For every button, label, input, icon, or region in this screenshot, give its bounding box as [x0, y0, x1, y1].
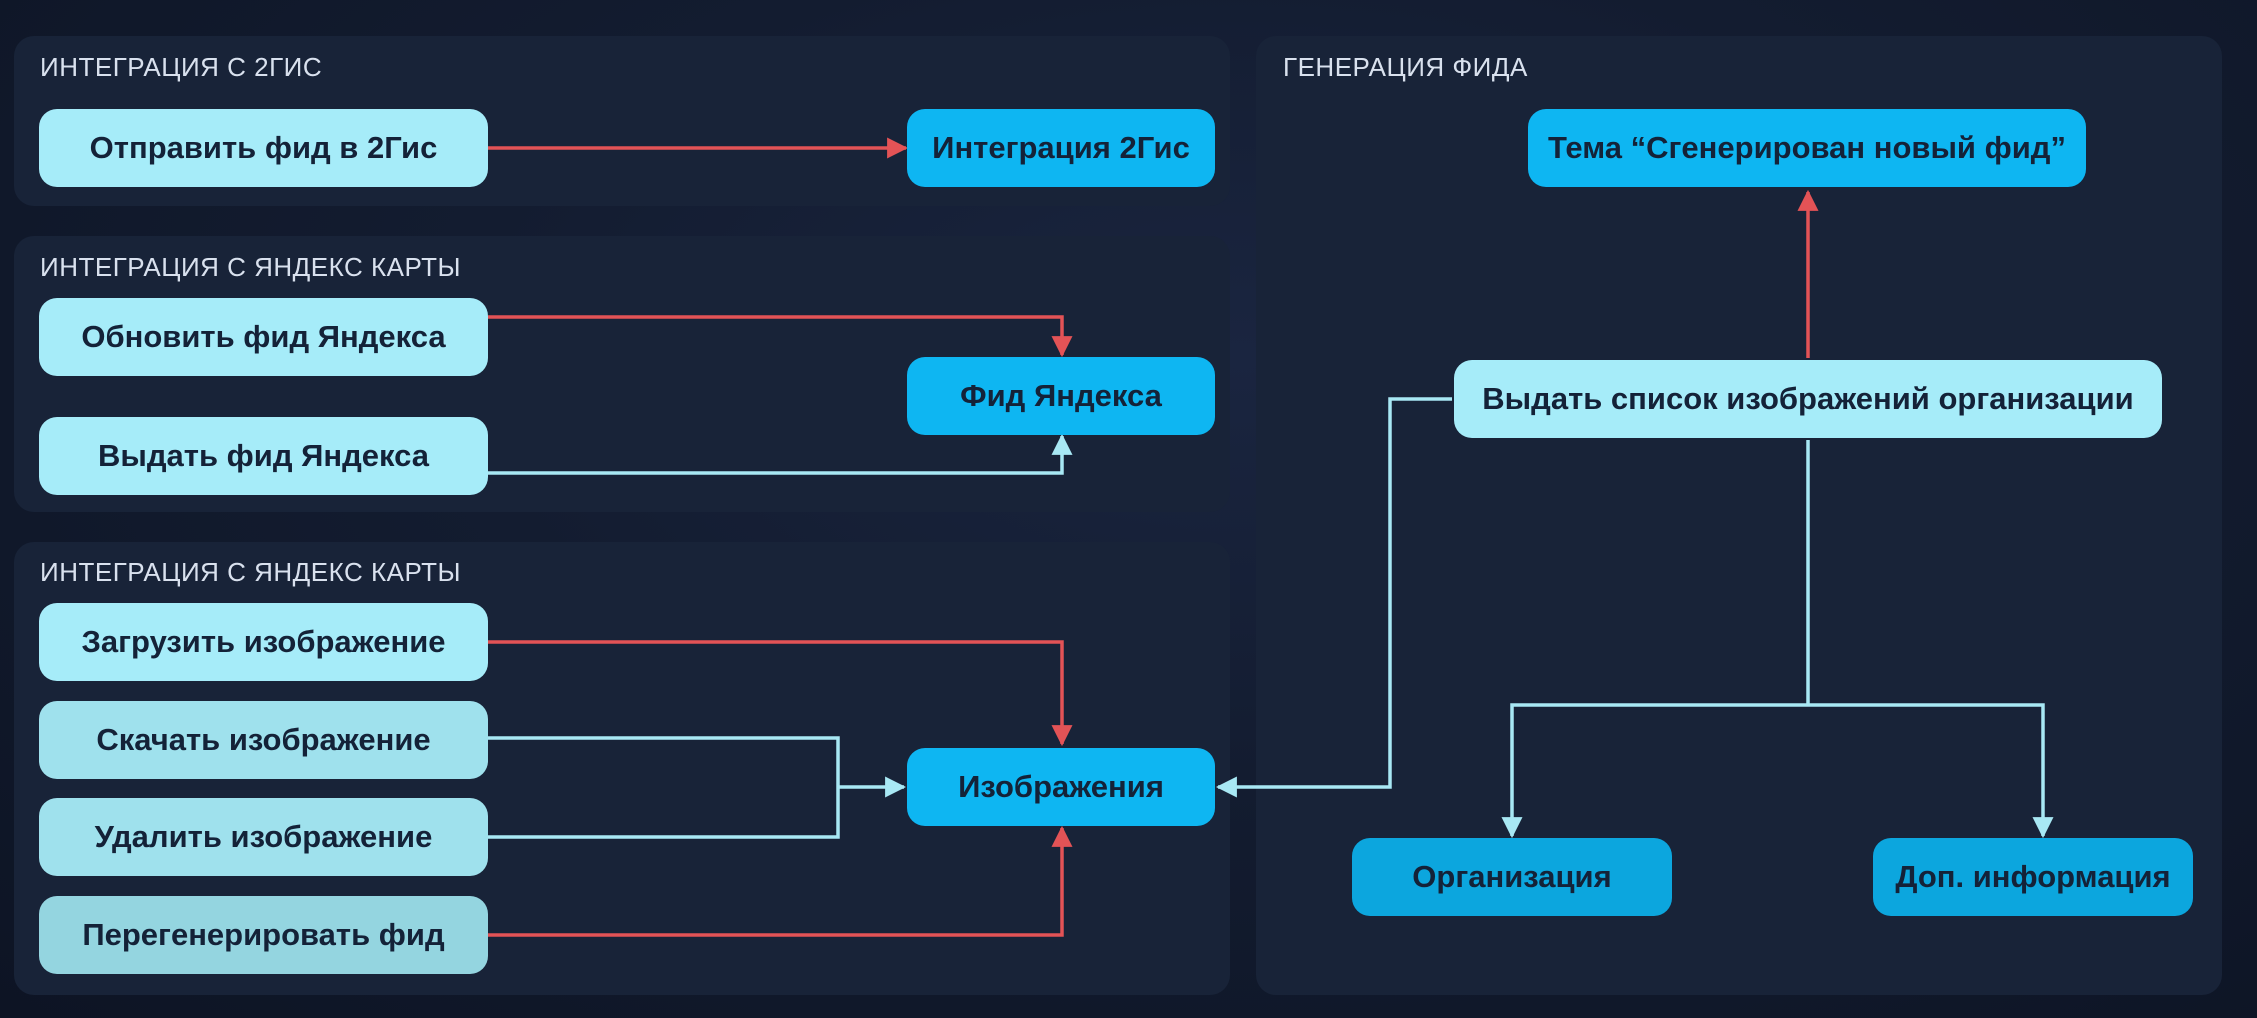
connector-org-images-to-organization	[1501, 703, 1808, 839]
connector-update-feed-to-yandex-feed	[488, 315, 1073, 358]
node-regenerate-feed: Перегенерировать фид	[39, 896, 488, 974]
node-issue-org-images: Выдать список изображений организации	[1454, 360, 2162, 438]
node-integration-2gis: Интеграция 2Гис	[907, 109, 1215, 187]
diagram-canvas: ИНТЕГРАЦИЯ С 2ГИС ИНТЕГРАЦИЯ С ЯНДЕКС КА…	[0, 0, 2257, 1018]
node-send-feed-2gis: Отправить фид в 2Гис	[39, 109, 488, 187]
connector-org-images-to-extra-info	[1808, 703, 2054, 839]
connector-upload-image-to-images	[488, 640, 1073, 747]
node-issue-yandex-feed: Выдать фид Яндекса	[39, 417, 488, 495]
connector-download-image-junction	[488, 736, 840, 839]
node-organization: Организация	[1352, 838, 1672, 916]
node-download-image: Скачать изображение	[39, 701, 488, 779]
node-update-yandex-feed: Обновить фид Яндекса	[39, 298, 488, 376]
node-yandex-feed: Фид Яндекса	[907, 357, 1215, 435]
node-topic-new-feed: Тема “Сгенерирован новый фид”	[1528, 109, 2086, 187]
connector-regenerate-feed-to-images	[488, 825, 1073, 937]
node-upload-image: Загрузить изображение	[39, 603, 488, 681]
connector-issue-feed-to-yandex-feed	[488, 433, 1073, 475]
node-images: Изображения	[907, 748, 1215, 826]
node-extra-info: Доп. информация	[1873, 838, 2193, 916]
node-delete-image: Удалить изображение	[39, 798, 488, 876]
connector-org-images-to-images	[1215, 397, 1452, 798]
